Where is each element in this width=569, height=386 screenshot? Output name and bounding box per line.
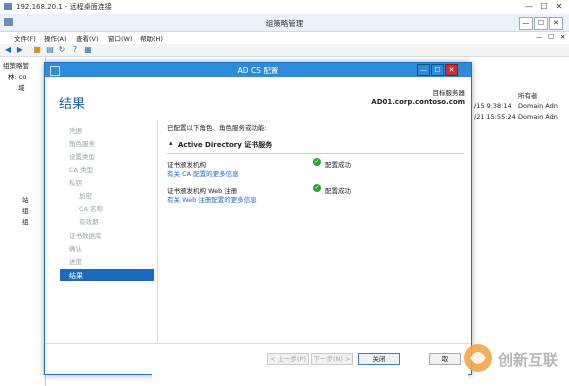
- success-check-icon: ✓: [313, 184, 321, 192]
- back-arrow-icon[interactable]: ◀: [3, 45, 13, 55]
- gpm-title-bar: 组策略管理 — ☐ ✕: [0, 14, 569, 32]
- menu-bar: 文件(F) 操作(A) 查看(V) 窗口(W) 帮助(H) — ☐ ✕: [0, 32, 569, 43]
- step-role-services[interactable]: 角色服务: [69, 138, 95, 148]
- dialog-title: AD CS 配置: [237, 66, 279, 75]
- gpm-close-button[interactable]: ✕: [549, 17, 563, 30]
- mdi-close-button[interactable]: ✕: [560, 33, 565, 41]
- section-divider: [167, 153, 464, 154]
- row-date: /21 15:55:24: [474, 113, 516, 121]
- gpm-maximize-button[interactable]: ☐: [534, 17, 548, 30]
- rdp-close-button[interactable]: ✕: [552, 1, 566, 12]
- rdp-icon: [4, 3, 12, 10]
- help-icon[interactable]: ?: [70, 45, 80, 55]
- folder-icon[interactable]: ■: [32, 45, 42, 55]
- page-title: 结果: [59, 97, 86, 112]
- console-tree: 组策略管 林: co 域 站 组 组: [0, 57, 46, 386]
- console-tree-icon[interactable]: ▤: [45, 45, 55, 55]
- rdp-title-bar: 192.168.20.1 - 远程桌面连接 — ☐ ✕: [0, 0, 569, 15]
- menu-help[interactable]: 帮助(H): [140, 33, 163, 43]
- row-owner: Domain Adn: [518, 113, 558, 121]
- gpm-window-title: 组策略管理: [265, 19, 304, 28]
- step-cryptography[interactable]: 加密: [79, 190, 92, 200]
- list-scroll-area: [152, 372, 468, 386]
- close-button[interactable]: 关闭: [358, 353, 400, 365]
- step-ca-type[interactable]: CA 类型: [69, 164, 93, 174]
- dialog-title-bar: AD CS 配置 — ☐ ✕: [45, 63, 471, 77]
- step-progress[interactable]: 进度: [69, 256, 82, 266]
- collapse-arrow-icon[interactable]: ▴: [169, 139, 173, 147]
- menu-view[interactable]: 查看(V): [76, 33, 99, 43]
- rdp-minimize-button[interactable]: —: [522, 1, 536, 12]
- tree-item-modeling[interactable]: 组: [22, 205, 29, 215]
- footer-divider: [45, 343, 471, 344]
- menu-file[interactable]: 文件(F): [14, 33, 36, 43]
- menu-action[interactable]: 操作(A): [44, 33, 67, 43]
- dialog-maximize-button[interactable]: ☐: [431, 64, 444, 76]
- tree-item-sites[interactable]: 站: [22, 194, 29, 204]
- role-status: 配置成功: [325, 187, 351, 195]
- properties-icon[interactable]: ▦: [83, 45, 93, 55]
- tree-item-domains[interactable]: 域: [18, 82, 25, 92]
- role-info-link[interactable]: 有关 CA 配置的更多信息: [167, 168, 239, 178]
- refresh-icon[interactable]: ↻: [57, 45, 67, 55]
- dialog-close-button[interactable]: ✕: [445, 64, 458, 76]
- step-credentials[interactable]: 凭据: [69, 125, 82, 135]
- step-ca-name[interactable]: CA 名称: [79, 203, 103, 213]
- role-info-link[interactable]: 有关 Web 注册配置的更多信息: [167, 194, 257, 204]
- step-validity[interactable]: 有效期: [79, 216, 99, 226]
- dialog-minimize-button[interactable]: —: [417, 64, 430, 76]
- cancel-button[interactable]: 取: [429, 353, 461, 365]
- step-results-label: 结果: [69, 272, 83, 280]
- tree-item-results[interactable]: 组: [22, 216, 29, 226]
- next-button[interactable]: 下一步(N) >: [311, 353, 353, 365]
- step-cert-database[interactable]: 证书数据库: [69, 230, 102, 240]
- results-intro: 已配置以下角色、角色服务或功能:: [167, 124, 267, 132]
- watermark-text: 创新互联: [498, 351, 559, 369]
- gpm-minimize-button[interactable]: —: [519, 17, 533, 30]
- target-server-label: 目标服务器: [432, 89, 466, 97]
- watermark-logo: 创新互联: [460, 338, 565, 378]
- nav-divider: [157, 121, 158, 341]
- row-owner: Domain Adn: [518, 102, 558, 110]
- step-confirmation[interactable]: 确认: [69, 243, 82, 253]
- step-results-active[interactable]: 结果: [60, 269, 154, 281]
- toolbar: ◀ ▶ ■ ▤ ↻ ? ▦: [0, 44, 569, 57]
- step-private-key[interactable]: 私钥: [69, 177, 82, 187]
- section-heading: Active Directory 证书服务: [178, 141, 273, 149]
- row-date: /15 9:38:14: [474, 102, 512, 110]
- mdi-minimize-button[interactable]: —: [536, 33, 543, 41]
- step-setup-type[interactable]: 设置类型: [69, 151, 95, 161]
- owner-column-header[interactable]: 所有者: [518, 90, 538, 100]
- mdi-restore-button[interactable]: ☐: [548, 33, 554, 41]
- forward-arrow-icon[interactable]: ▶: [15, 45, 25, 55]
- menu-window[interactable]: 窗口(W): [108, 33, 133, 43]
- rdp-maximize-button[interactable]: ☐: [537, 1, 551, 12]
- adcs-config-dialog: AD CS 配置 — ☐ ✕ 结果 目标服务器 AD01.corp.contos…: [44, 62, 472, 375]
- rdp-window-title: 192.168.20.1 - 远程桌面连接: [16, 3, 112, 11]
- tree-item-forest[interactable]: 林: co: [8, 71, 26, 81]
- role-status: 配置成功: [325, 161, 351, 169]
- previous-button[interactable]: < 上一步(P): [267, 353, 309, 365]
- tree-item-root[interactable]: 组策略管: [3, 60, 29, 70]
- target-server-name: AD01.corp.contoso.com: [371, 98, 465, 106]
- success-check-icon: ✓: [313, 158, 321, 166]
